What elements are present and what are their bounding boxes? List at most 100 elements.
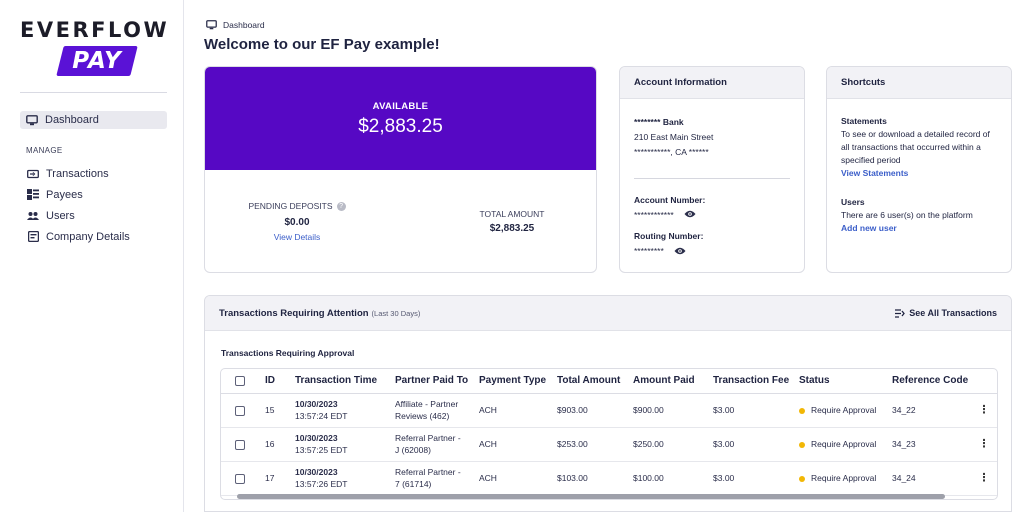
cell-transaction-fee: $3.00 (713, 461, 799, 496)
logo-pay-badge: PAY (56, 46, 138, 76)
sidebar-divider (20, 92, 167, 93)
payees-icon (26, 189, 40, 201)
column-header-total-amount[interactable]: Total Amount (557, 369, 633, 394)
transactions-card: Transactions Requiring Attention (Last 3… (204, 295, 1012, 512)
status-dot-icon (799, 475, 805, 482)
cell-total-amount: $253.00 (557, 427, 633, 462)
cell-partner: Affiliate - Partner Reviews (462) (395, 393, 479, 428)
shortcuts-body: Statements To see or download a detailed… (827, 99, 1011, 267)
cell-partner-line-1: Affiliate - Partner (395, 399, 459, 409)
available-amount: $2,883.25 (358, 116, 443, 137)
row-checkbox[interactable] (235, 473, 245, 484)
sidebar-nav: Transactions Payees Users Company Detail… (26, 163, 130, 247)
transactions-subtitle: (Last 30 Days) (371, 308, 421, 318)
cell-reference-code: 34_24 (892, 461, 969, 496)
cell-time: 13:57:25 EDT (295, 445, 348, 455)
cell-date: 10/30/2023 (295, 433, 338, 443)
monitor-icon (25, 114, 39, 126)
view-details-link[interactable]: View Details (247, 232, 347, 242)
horizontal-scrollbar[interactable] (237, 494, 945, 499)
more-options-icon[interactable]: ⋮ (969, 393, 997, 428)
row-select-cell (221, 461, 265, 496)
sidebar-item-dashboard[interactable]: Dashboard (20, 111, 167, 129)
breadcrumb-label: Dashboard (223, 20, 265, 30)
sidebar-item-company-details[interactable]: Company Details (26, 226, 130, 247)
sidebar-item-users[interactable]: Users (26, 205, 130, 226)
account-divider (634, 178, 790, 179)
cell-status: Require Approval (799, 461, 892, 496)
sidebar-item-transactions[interactable]: Transactions (26, 163, 130, 184)
cell-reference-code: 34_23 (892, 427, 969, 462)
bank-name: ******** Bank (634, 117, 684, 127)
row-select-cell (221, 393, 265, 428)
shortcuts-card: Shortcuts Statements To see or download … (826, 66, 1012, 273)
cell-id: 15 (265, 393, 295, 428)
column-header-actions (969, 369, 997, 394)
more-options-icon[interactable]: ⋮ (969, 427, 997, 462)
row-checkbox[interactable] (235, 405, 245, 416)
column-header-reference-code[interactable]: Reference Code (892, 369, 969, 394)
eye-icon[interactable] (684, 208, 696, 223)
page-title: Welcome to our EF Pay example! (204, 36, 440, 53)
cell-partner: Referral Partner - J (62008) (395, 427, 479, 462)
cell-time: 13:57:26 EDT (295, 479, 348, 489)
sidebar-item-label: Dashboard (45, 114, 99, 126)
everflow-pay-logo[interactable]: EVERFLOW PAY (20, 18, 168, 80)
available-panel: AVAILABLE $2,883.25 (205, 67, 596, 170)
available-label: AVAILABLE (372, 101, 429, 112)
logo-pay-text: PAY (72, 48, 122, 74)
logo-wordmark: EVERFLOW (20, 18, 170, 42)
column-header-payment-type[interactable]: Payment Type (479, 369, 557, 394)
routing-number-label: Routing Number: (634, 231, 704, 242)
cell-date: 10/30/2023 (295, 467, 338, 477)
account-information-card: Account Information ******** Bank 210 Ea… (619, 66, 805, 273)
table-row[interactable]: 15 10/30/2023 13:57:24 EDT Affiliate - Pa… (221, 393, 997, 428)
total-amount: $2,883.25 (489, 223, 535, 234)
column-header-amount-paid[interactable]: Amount Paid (633, 369, 713, 394)
help-icon[interactable]: ? (336, 201, 346, 211)
cell-partner-line-1: Referral Partner - (395, 467, 461, 477)
select-all-checkbox[interactable] (235, 375, 245, 386)
total-label: TOTAL AMOUNT (479, 209, 545, 219)
account-number-row: ************ (634, 208, 790, 223)
sidebar-item-label: Transactions (46, 167, 109, 180)
column-header-id[interactable]: ID (265, 369, 295, 394)
breadcrumb[interactable]: Dashboard (204, 19, 265, 31)
cell-amount-paid: $250.00 (633, 427, 713, 462)
column-header-transaction-time[interactable]: Transaction Time (295, 369, 395, 394)
cell-time: 13:57:24 EDT (295, 411, 348, 421)
table-header-row: ID Transaction Time Partner Paid To Paym… (221, 369, 997, 394)
statements-shortcut: Statements To see or download a detailed… (841, 115, 997, 180)
row-checkbox[interactable] (235, 439, 245, 450)
column-header-partner-paid-to[interactable]: Partner Paid To (395, 369, 479, 394)
column-header-status[interactable]: Status (799, 369, 892, 394)
sidebar-item-payees[interactable]: Payees (26, 184, 130, 205)
users-description: There are 6 user(s) on the platform (841, 210, 973, 220)
statements-description: To see or download a detailed record of … (841, 129, 990, 165)
sidebar-item-label: Company Details (46, 230, 130, 243)
view-statements-link[interactable]: View Statements (841, 167, 997, 180)
sidebar: EVERFLOW PAY Dashboard MANAGE Transactio… (0, 0, 184, 512)
users-title: Users (841, 197, 865, 207)
pending-label-row: PENDING DEPOSITS ? (247, 201, 347, 211)
column-header-transaction-fee[interactable]: Transaction Fee (713, 369, 799, 394)
more-options-icon[interactable]: ⋮ (969, 461, 997, 496)
approval-table: ID Transaction Time Partner Paid To Paym… (220, 368, 998, 500)
routing-number-value: ********* (634, 246, 664, 257)
status-dot-icon (799, 407, 805, 414)
cell-transaction-time: 10/30/2023 13:57:25 EDT (295, 427, 395, 462)
table-row[interactable]: 17 10/30/2023 13:57:26 EDT Referral Partn… (221, 461, 997, 496)
see-all-transactions-button[interactable]: See All Transactions (895, 308, 997, 318)
cell-id: 17 (265, 461, 295, 496)
table-row[interactable]: 16 10/30/2023 13:57:25 EDT Referral Partn… (221, 427, 997, 462)
cell-date: 10/30/2023 (295, 399, 338, 409)
sidebar-item-label: Payees (46, 188, 83, 201)
add-new-user-link[interactable]: Add new user (841, 222, 997, 235)
account-information-body: ******** Bank 210 East Main Street *****… (620, 99, 804, 272)
company-icon (26, 231, 40, 243)
status-label: Require Approval (811, 405, 877, 415)
cell-payment-type: ACH (479, 393, 557, 428)
eye-icon[interactable] (674, 245, 686, 260)
cell-total-amount: $103.00 (557, 461, 633, 496)
cell-reference-code: 34_22 (892, 393, 969, 428)
